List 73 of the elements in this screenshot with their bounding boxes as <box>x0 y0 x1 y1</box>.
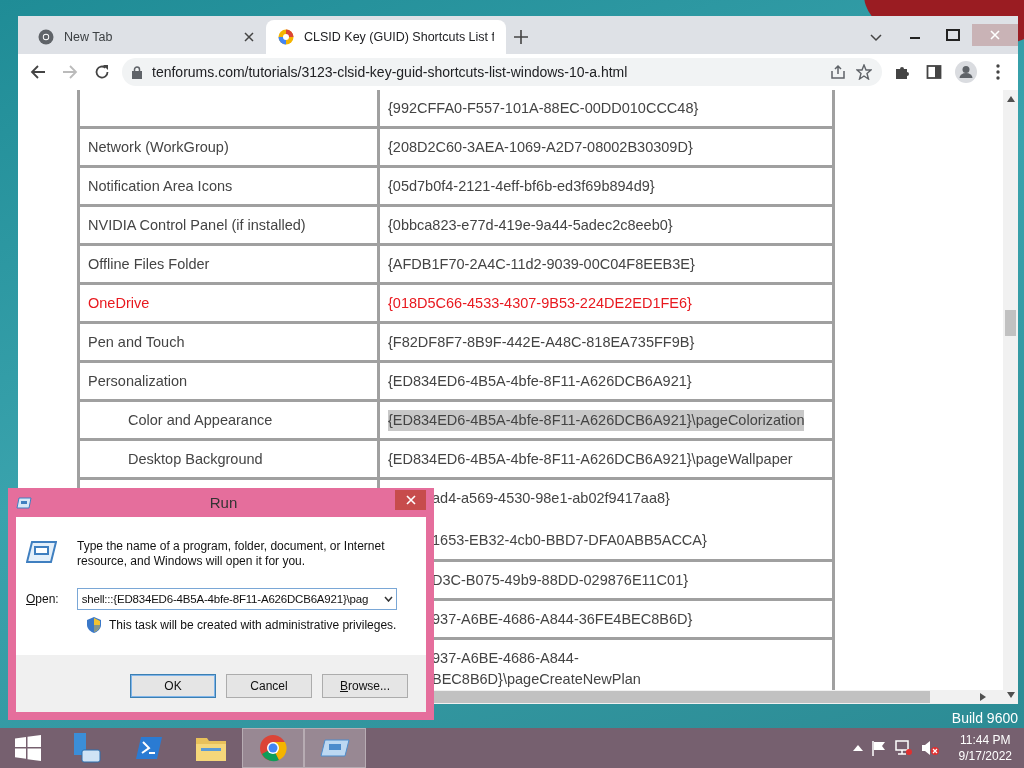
table-cell-text: {AFDB1F70-2A4C-11d2-9039-00C04F8EEB3E} <box>388 254 695 274</box>
table-cell-text: NVIDIA Control Panel (if installed) <box>88 215 306 235</box>
table-cell-text: Personalization <box>88 371 188 391</box>
chrome-icon <box>259 734 287 762</box>
chrome-icon <box>38 29 54 45</box>
back-icon[interactable] <box>30 64 46 80</box>
table-cell-text: {0bbca823-e77d-419e-9a44-5adec2c8eeb0} <box>388 215 673 235</box>
scroll-right-icon[interactable] <box>980 693 986 701</box>
network-icon[interactable] <box>894 740 913 756</box>
table-cell-text: OneDrive <box>88 293 150 313</box>
scrollbar-thumb[interactable] <box>434 691 930 703</box>
table-cell-text: {F82DF8F7-8B9F-442E-A48C-818EA735FF9B} <box>388 332 695 352</box>
table-cell-text: {05d7b0f4-2121-4eff-bf6b-ed3f69b894d9} <box>388 176 655 196</box>
dropdown-icon[interactable] <box>383 596 393 602</box>
close-button[interactable] <box>395 490 426 510</box>
reload-icon[interactable] <box>94 64 110 80</box>
table-cell-text: 937-A6BE-4686-A844- <box>432 649 579 668</box>
star-icon[interactable] <box>856 64 872 80</box>
run-icon <box>320 738 350 758</box>
table-cell-text: Offline Files Folder <box>88 254 210 274</box>
table-cell-text: Color and Appearance <box>128 410 273 430</box>
browser-tab[interactable]: New Tab <box>26 20 266 54</box>
table-cell-text: Desktop Background <box>128 449 263 469</box>
site-logo-icon <box>278 29 294 45</box>
table-cell-text: {992CFFA0-F557-101A-88EC-00DD010CCC48} <box>388 98 699 118</box>
table-cell-text: Notification Area Icons <box>88 176 233 196</box>
table-cell-text: {018D5C66-4533-4307-9B53-224DE2ED1FE6} <box>388 293 692 313</box>
shield-icon <box>87 617 101 633</box>
open-field[interactable]: shell:::{ED834ED6-4B5A-4bfe-8F11-A626DCB6A921}\pag <box>76 588 397 610</box>
run-icon <box>26 539 57 565</box>
menu-icon[interactable] <box>996 64 1000 80</box>
table-cell-text: {ED834ED6-4B5A-4bfe-8F11-A626DCB6A921} <box>388 371 692 391</box>
dialog-button[interactable]: OK <box>130 673 216 698</box>
new-tab-icon[interactable] <box>514 30 528 44</box>
table-cell-text: {208D2C60-3AEA-1069-A2D7-08002B30309D} <box>388 137 693 157</box>
clock[interactable]: 11:44 PM 9/17/2022 <box>958 732 1012 764</box>
puzzle-icon[interactable] <box>894 64 910 80</box>
open-label: Open: <box>26 592 59 606</box>
dialog-message: Type the name of a program, folder, document, or Internet resource, and Windows will open it for you. <box>77 539 386 569</box>
table-cell-text: ad4-a569-4530-98e1-ab02f9417aa8} <box>432 489 670 508</box>
volume-muted-icon[interactable] <box>920 740 939 756</box>
clock-time: 11:44 PM <box>960 732 1011 748</box>
table-cell-text: D3C-B075-49b9-88DD-029876E11C01} <box>432 570 689 590</box>
lock-icon <box>132 65 142 79</box>
powershell-icon <box>135 736 163 760</box>
scroll-down-icon[interactable] <box>1006 692 1015 698</box>
table-cell-text: Pen and Touch <box>88 332 185 352</box>
taskbar-button[interactable] <box>242 728 304 768</box>
close-icon[interactable] <box>244 32 254 42</box>
server-manager-icon <box>72 732 102 764</box>
admin-note: This task will be created with administrative privileges. <box>109 618 397 632</box>
build-watermark: Build 9600 <box>951 710 1018 726</box>
close-icon <box>405 495 416 505</box>
start-icon[interactable] <box>15 735 41 761</box>
share-icon[interactable] <box>830 64 846 80</box>
side-panel-icon[interactable] <box>926 64 942 80</box>
address-bar[interactable]: tenforums.com/tutorials/3123-clsid-key-guid-shortcuts-list-windows-10-a.html <box>122 58 882 86</box>
dialog-title: Run <box>208 494 239 511</box>
table-cell-text: 937-A6BE-4686-A844-36FE4BEC8B6D} <box>432 609 693 629</box>
scroll-up-icon[interactable] <box>1006 96 1015 102</box>
clock-date: 9/17/2022 <box>958 748 1012 764</box>
flag-icon[interactable] <box>870 740 887 756</box>
dialog-button[interactable]: Cancel <box>226 673 312 698</box>
table-cell-text: {ED834ED6-4B5A-4bfe-8F11-A626DCB6A921}\pageWallpaper <box>388 449 793 469</box>
table-cell-text: 1653-EB32-4cb0-BBD7-DFA0ABB5ACCA} <box>432 531 707 550</box>
profile-icon[interactable] <box>955 61 977 83</box>
table-cell-text: BEC8B6D}\pageCreateNewPlan <box>432 670 641 689</box>
scrollbar-thumb[interactable] <box>1005 310 1016 336</box>
caret-up-icon[interactable] <box>852 745 863 751</box>
run-icon <box>16 496 32 509</box>
table-cell: {ED834ED6-4B5A-4bfe-8F11-A626DCB6A921}\pageColorization <box>388 409 805 431</box>
dialog-button[interactable]: Browse... <box>322 673 408 698</box>
table-cell-text: Network (WorkGroup) <box>88 137 229 157</box>
